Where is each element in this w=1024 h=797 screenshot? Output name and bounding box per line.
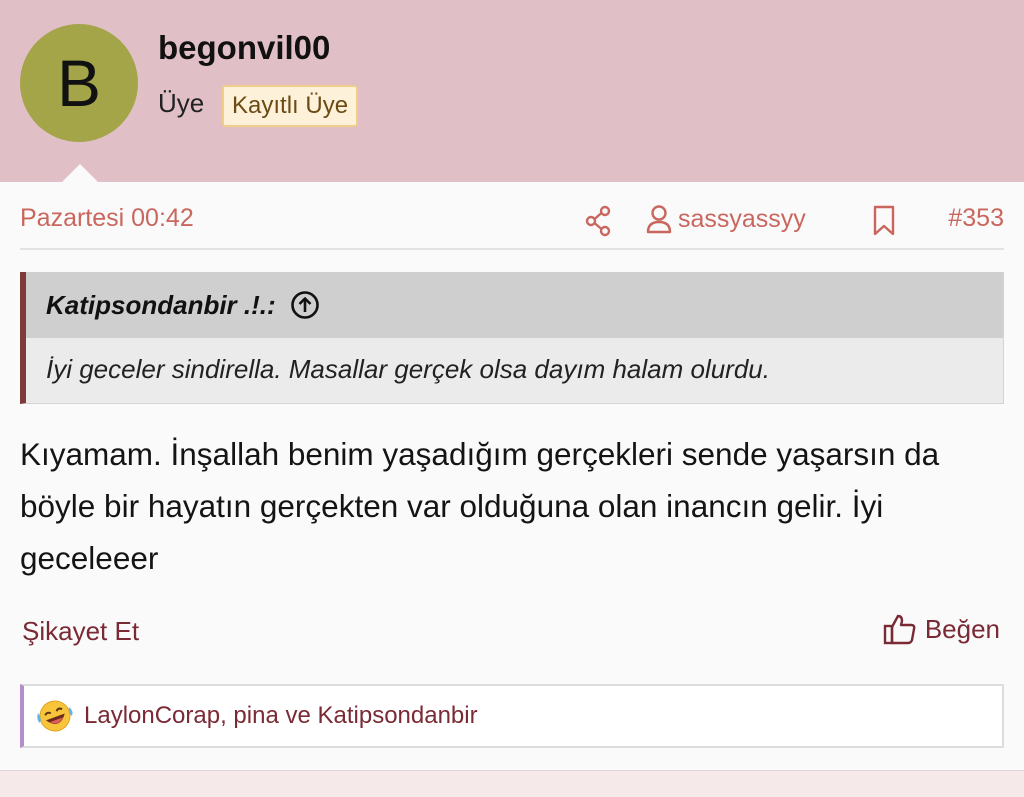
mentioned-user-link[interactable]: sassyassyy — [646, 204, 806, 234]
post-message: Kıyamam. İnşallah benim yaşadığım gerçek… — [20, 436, 940, 576]
user-role: Üye — [158, 88, 205, 118]
header-pointer — [62, 164, 98, 182]
laughing-tears-emoji-icon — [37, 700, 73, 732]
bookmark-icon[interactable] — [872, 205, 896, 237]
quote-author: Katipsondanbir .!.: — [46, 289, 276, 320]
post-meta-row: Pazartesi 00:42 sassyassyy #353 — [20, 196, 1004, 250]
post-container: B begonvil00 Üye Kayıtlı Üye Pazartesi 0… — [0, 0, 1024, 771]
report-button[interactable]: Şikayet Et — [22, 616, 139, 647]
like-label: Beğen — [924, 613, 1000, 644]
like-button[interactable]: Beğen — [883, 613, 1000, 645]
reactions-bar[interactable]: LaylonCorap, pina ve Katipsondanbir — [20, 684, 1004, 748]
arrow-up-circle-icon[interactable] — [290, 290, 320, 320]
username-link[interactable]: begonvil00 — [158, 28, 330, 68]
quote-header: Katipsondanbir .!.: — [26, 272, 1003, 338]
mentioned-user-name: sassyassyy — [678, 204, 806, 233]
post-number-link[interactable]: #353 — [948, 204, 1004, 233]
quote-block: Katipsondanbir .!.: İyi geceler sindirel… — [20, 272, 1004, 404]
quote-text: İyi geceler sindirella. Masallar gerçek … — [46, 354, 770, 384]
user-icon — [646, 205, 672, 234]
avatar[interactable]: B — [20, 24, 138, 142]
avatar-letter: B — [56, 46, 102, 120]
user-header: B begonvil00 Üye Kayıtlı Üye — [0, 0, 1024, 182]
post-date-link[interactable]: Pazartesi 00:42 — [20, 204, 194, 233]
user-badge: Kayıtlı Üye — [222, 85, 359, 127]
thumbs-up-icon — [883, 614, 916, 645]
share-icon[interactable] — [584, 204, 612, 238]
reaction-users[interactable]: LaylonCorap, pina ve Katipsondanbir — [84, 702, 478, 730]
